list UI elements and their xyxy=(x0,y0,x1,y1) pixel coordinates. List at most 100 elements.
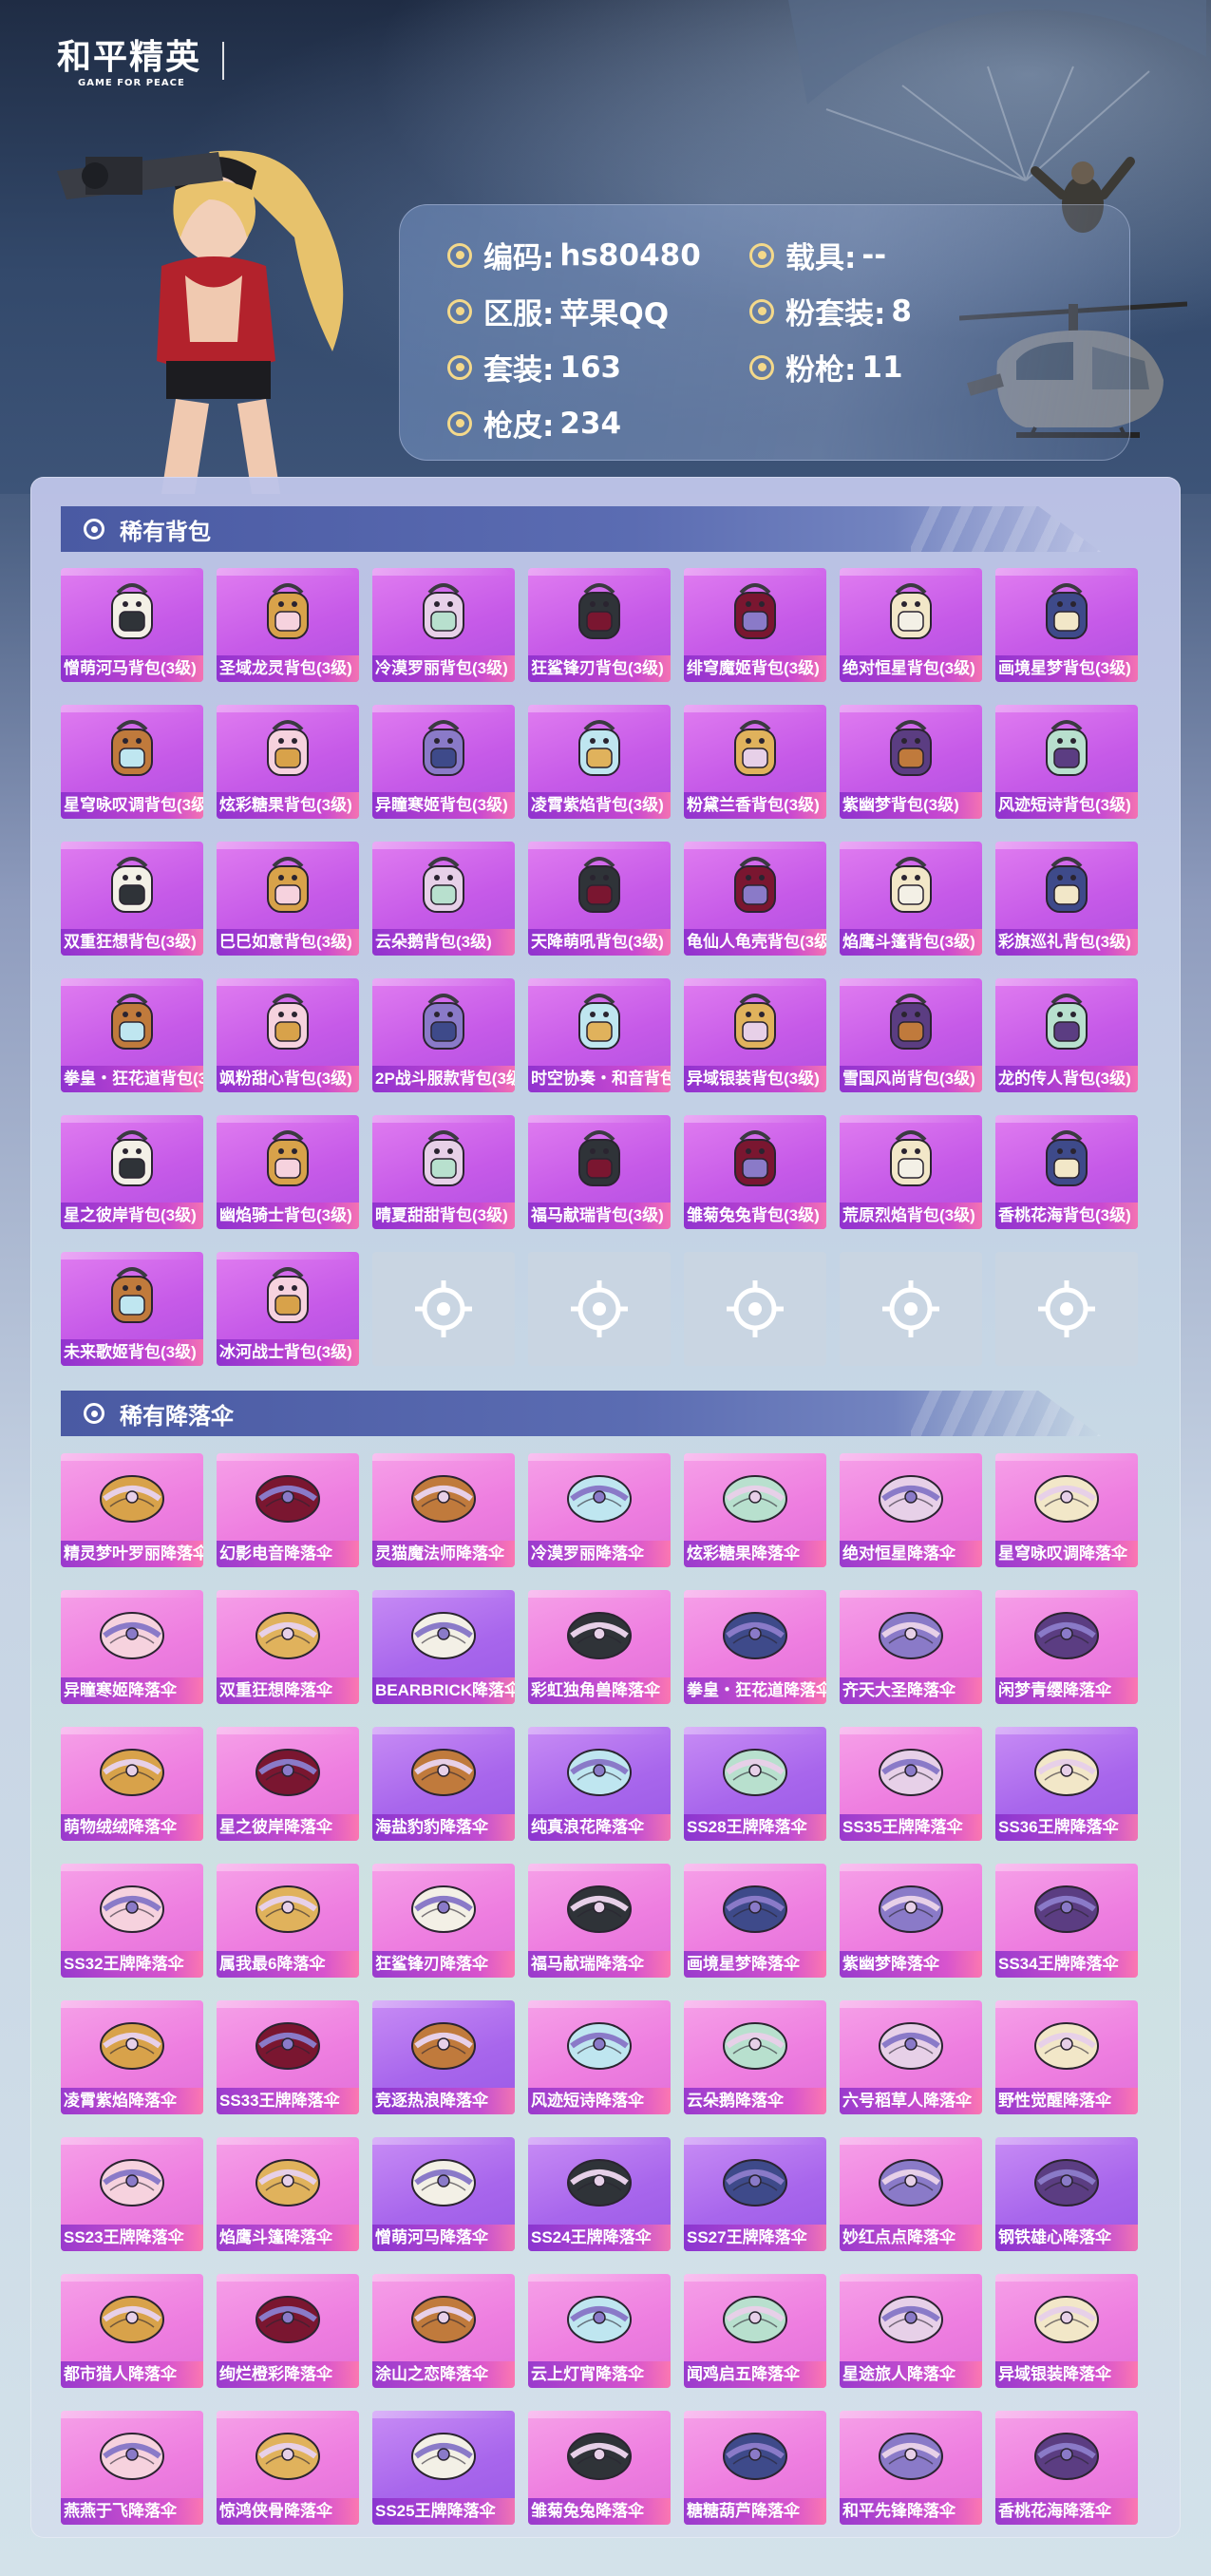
parachute-item[interactable]: 彩虹独角兽降落伞 xyxy=(528,1590,671,1704)
parachute-item[interactable]: 异域银装降落伞 xyxy=(995,2274,1138,2388)
backpack-item[interactable]: 2P战斗服款背包(3级) xyxy=(372,978,515,1092)
parachute-item[interactable]: SS33王牌降落伞 xyxy=(217,2000,359,2114)
backpack-item[interactable]: 拳皇・狂花道背包(3级) xyxy=(61,978,203,1092)
backpack-item[interactable]: 异域银装背包(3级) xyxy=(684,978,826,1092)
parachute-item[interactable]: 狂鲨锋刃降落伞 xyxy=(372,1864,515,1978)
backpack-item[interactable]: 炫彩糖果背包(3级) xyxy=(217,705,359,819)
parachute-item[interactable]: 和平先锋降落伞 xyxy=(840,2411,982,2525)
backpack-item[interactable]: 龟仙人龟壳背包(3级) xyxy=(684,842,826,956)
backpack-item[interactable]: 憎萌河马背包(3级) xyxy=(61,568,203,682)
parachute-item[interactable]: 萌物绒绒降落伞 xyxy=(61,1727,203,1841)
parachute-item[interactable]: 焰鹰斗篷降落伞 xyxy=(217,2137,359,2251)
backpack-item[interactable]: 云朵鹅背包(3级) xyxy=(372,842,515,956)
backpack-item[interactable]: 冷漠罗丽背包(3级) xyxy=(372,568,515,682)
parachute-item[interactable]: SS36王牌降落伞 xyxy=(995,1727,1138,1841)
parachute-item[interactable]: 云上灯宵降落伞 xyxy=(528,2274,671,2388)
backpack-item[interactable]: 星穹咏叹调背包(3级) xyxy=(61,705,203,819)
parachute-item[interactable]: SS35王牌降落伞 xyxy=(840,1727,982,1841)
parachute-item[interactable]: 糖糖葫芦降落伞 xyxy=(684,2411,826,2525)
parachute-item[interactable]: SS28王牌降落伞 xyxy=(684,1727,826,1841)
parachute-item[interactable]: 野性觉醒降落伞 xyxy=(995,2000,1138,2114)
parachute-item[interactable]: SS24王牌降落伞 xyxy=(528,2137,671,2251)
parachute-item[interactable]: SS27王牌降落伞 xyxy=(684,2137,826,2251)
parachute-item[interactable]: 六号稻草人降落伞 xyxy=(840,2000,982,2114)
parachute-item[interactable]: SS32王牌降落伞 xyxy=(61,1864,203,1978)
item-name: 炫彩糖果降落伞 xyxy=(684,1541,826,1567)
parachute-item[interactable]: 精灵梦叶罗丽降落伞 xyxy=(61,1453,203,1567)
parachute-item[interactable]: 福马献瑞降落伞 xyxy=(528,1864,671,1978)
parachute-item[interactable]: 星穹咏叹调降落伞 xyxy=(995,1453,1138,1567)
parachute-item[interactable]: 海盐豹豹降落伞 xyxy=(372,1727,515,1841)
parachute-item[interactable]: 齐天大圣降落伞 xyxy=(840,1590,982,1704)
backpack-item[interactable]: 狂鲨锋刃背包(3级) xyxy=(528,568,671,682)
parachute-item[interactable]: 炫彩糖果降落伞 xyxy=(684,1453,826,1567)
parachute-item[interactable]: SS23王牌降落伞 xyxy=(61,2137,203,2251)
backpack-item[interactable]: 绯穹魔姬背包(3级) xyxy=(684,568,826,682)
item-name: 云朵鹅背包(3级) xyxy=(372,929,515,956)
parachute-item[interactable]: 憎萌河马降落伞 xyxy=(372,2137,515,2251)
parachute-item[interactable]: 紫幽梦降落伞 xyxy=(840,1864,982,1978)
parachute-item[interactable]: 燕燕于飞降落伞 xyxy=(61,2411,203,2525)
backpack-item[interactable]: 画境星梦背包(3级) xyxy=(995,568,1138,682)
info-label: 枪皮: xyxy=(483,409,555,444)
parachute-item[interactable]: 星之彼岸降落伞 xyxy=(217,1727,359,1841)
parachute-item[interactable]: 香桃花海降落伞 xyxy=(995,2411,1138,2525)
parachute-item[interactable]: 纯真浪花降落伞 xyxy=(528,1727,671,1841)
backpack-item[interactable]: 福马献瑞背包(3级) xyxy=(528,1115,671,1229)
backpack-item[interactable]: 时空协奏・和音背包(3级) xyxy=(528,978,671,1092)
parachute-item[interactable]: 妙红点点降落伞 xyxy=(840,2137,982,2251)
parachute-item[interactable]: 风迹短诗降落伞 xyxy=(528,2000,671,2114)
parachute-item[interactable]: 闲梦青缨降落伞 xyxy=(995,1590,1138,1704)
parachute-item[interactable]: 属我最6降落伞 xyxy=(217,1864,359,1978)
backpack-item[interactable]: 飒粉甜心背包(3级) xyxy=(217,978,359,1092)
backpack-item[interactable]: 雪国风尚背包(3级) xyxy=(840,978,982,1092)
backpack-item[interactable]: 粉黛兰香背包(3级) xyxy=(684,705,826,819)
parachute-item[interactable]: 云朵鹅降落伞 xyxy=(684,2000,826,2114)
parachute-item[interactable]: 钢铁雄心降落伞 xyxy=(995,2137,1138,2251)
parachute-item[interactable]: 绝对恒星降落伞 xyxy=(840,1453,982,1567)
parachute-item[interactable]: 星途旅人降落伞 xyxy=(840,2274,982,2388)
parachute-item[interactable]: 异瞳寒姬降落伞 xyxy=(61,1590,203,1704)
backpack-item[interactable]: 异瞳寒姬背包(3级) xyxy=(372,705,515,819)
backpack-item[interactable]: 凌霄紫焰背包(3级) xyxy=(528,705,671,819)
backpack-item[interactable]: 风迹短诗背包(3级) xyxy=(995,705,1138,819)
backpack-item[interactable]: 圣域龙灵背包(3级) xyxy=(217,568,359,682)
parachute-image xyxy=(411,1749,476,1796)
parachute-item[interactable]: 闻鸡启五降落伞 xyxy=(684,2274,826,2388)
backpack-item[interactable]: 幽焰骑士背包(3级) xyxy=(217,1115,359,1229)
backpack-item[interactable]: 焰鹰斗篷背包(3级) xyxy=(840,842,982,956)
backpack-item[interactable]: 荒原烈焰背包(3级) xyxy=(840,1115,982,1229)
backpack-item[interactable]: 绝对恒星背包(3级) xyxy=(840,568,982,682)
backpack-item[interactable]: 晴夏甜甜背包(3级) xyxy=(372,1115,515,1229)
parachute-item[interactable]: 双重狂想降落伞 xyxy=(217,1590,359,1704)
parachute-item[interactable]: 竞逐热浪降落伞 xyxy=(372,2000,515,2114)
backpack-item[interactable]: 香桃花海背包(3级) xyxy=(995,1115,1138,1229)
parachute-item[interactable]: 绚烂橙彩降落伞 xyxy=(217,2274,359,2388)
parachute-image xyxy=(723,1885,787,1933)
backpack-item[interactable]: 天降萌吼背包(3级) xyxy=(528,842,671,956)
parachute-item[interactable]: 冷漠罗丽降落伞 xyxy=(528,1453,671,1567)
item-name: 星穹咏叹调降落伞 xyxy=(995,1541,1138,1567)
parachute-item[interactable]: 涂山之恋降落伞 xyxy=(372,2274,515,2388)
backpack-item[interactable]: 彩旗巡礼背包(3级) xyxy=(995,842,1138,956)
parachute-item[interactable]: SS25王牌降落伞 xyxy=(372,2411,515,2525)
parachute-item[interactable]: BEARBRICK降落伞 xyxy=(372,1590,515,1704)
backpack-item[interactable]: 星之彼岸背包(3级) xyxy=(61,1115,203,1229)
backpack-item[interactable]: 巳巳如意背包(3级) xyxy=(217,842,359,956)
parachute-item[interactable]: 凌霄紫焰降落伞 xyxy=(61,2000,203,2114)
backpack-item[interactable]: 未来歌姬背包(3级) xyxy=(61,1252,203,1366)
parachute-item[interactable]: 灵猫魔法师降落伞 xyxy=(372,1453,515,1567)
backpack-item[interactable]: 双重狂想背包(3级) xyxy=(61,842,203,956)
backpack-item[interactable]: 紫幽梦背包(3级) xyxy=(840,705,982,819)
parachute-item[interactable]: 幻影电音降落伞 xyxy=(217,1453,359,1567)
parachute-item[interactable]: 雏菊兔兔降落伞 xyxy=(528,2411,671,2525)
parachute-item[interactable]: SS34王牌降落伞 xyxy=(995,1864,1138,1978)
backpack-item[interactable]: 冰河战士背包(3级) xyxy=(217,1252,359,1366)
parachute-item[interactable]: 都市猎人降落伞 xyxy=(61,2274,203,2388)
backpack-item[interactable]: 雏菊兔兔背包(3级) xyxy=(684,1115,826,1229)
parachute-item[interactable]: 拳皇・狂花道降落伞 xyxy=(684,1590,826,1704)
parachute-item[interactable]: 画境星梦降落伞 xyxy=(684,1864,826,1978)
item-name: 香桃花海背包(3级) xyxy=(995,1203,1138,1229)
parachute-item[interactable]: 惊鸿侠骨降落伞 xyxy=(217,2411,359,2525)
backpack-item[interactable]: 龙的传人背包(3级) xyxy=(995,978,1138,1092)
